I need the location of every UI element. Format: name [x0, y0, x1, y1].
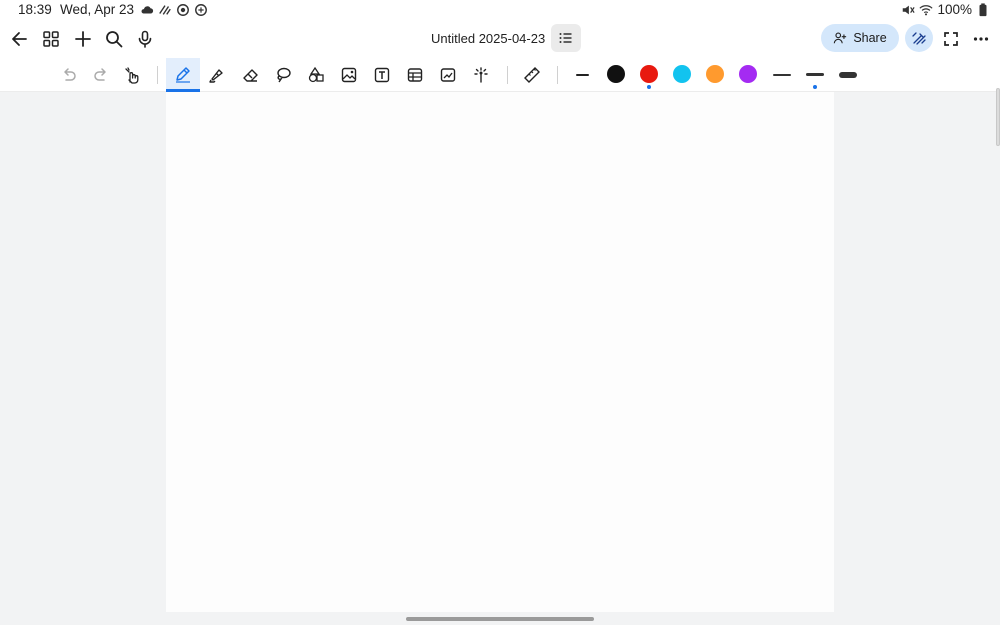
mic-button[interactable]: [133, 27, 157, 51]
image-tool-button[interactable]: [335, 62, 363, 88]
search-icon: [106, 31, 123, 48]
color-swatch-orange[interactable]: [706, 65, 724, 83]
lasso-tool-button[interactable]: [269, 62, 297, 88]
toolbar-divider: [557, 66, 558, 84]
pen-icon: [176, 66, 190, 83]
vpn-icon: [195, 4, 207, 16]
shapes-icon: [308, 66, 324, 83]
table-tool-button[interactable]: [401, 62, 429, 88]
highlighter-tool-button[interactable]: [202, 62, 230, 88]
selected-color-indicator: [647, 85, 651, 89]
color-swatch-cyan[interactable]: [673, 65, 691, 83]
color-swatch-black[interactable]: [607, 65, 625, 83]
eraser-icon: [243, 69, 258, 82]
touch-draw-button[interactable]: [119, 62, 147, 88]
mute-icon: [903, 5, 916, 14]
battery-icon: [979, 2, 987, 16]
mic-icon: [138, 30, 152, 48]
outline-icon: [559, 33, 572, 43]
thickness-thin[interactable]: [773, 74, 791, 76]
ruler-tool-button[interactable]: [518, 62, 546, 88]
selected-thickness-indicator: [813, 85, 817, 89]
shapes-tool-button[interactable]: [302, 62, 330, 88]
app-header: Untitled 2025-04-23 Share: [0, 20, 1000, 58]
thickness-thick[interactable]: [839, 72, 857, 78]
chart-icon: [440, 68, 456, 82]
image-icon: [341, 67, 357, 83]
search-button[interactable]: [102, 27, 126, 51]
canvas-margin-left: [0, 92, 166, 612]
redo-icon: [94, 68, 106, 81]
color-swatch-red[interactable]: [640, 65, 658, 83]
outline-button[interactable]: [551, 24, 581, 52]
share-button[interactable]: Share: [821, 24, 899, 52]
highlighter-icon: [209, 69, 223, 83]
back-button[interactable]: [8, 27, 32, 51]
table-icon: [407, 68, 423, 82]
share-label: Share: [853, 31, 887, 45]
scroll-handle[interactable]: [996, 88, 1000, 146]
thickness-medium[interactable]: [806, 73, 824, 76]
pen-tool-button[interactable]: [166, 58, 200, 92]
color-swatch-purple[interactable]: [739, 65, 757, 83]
wifi-icon: [919, 4, 934, 15]
ai-pen-button[interactable]: [905, 24, 933, 52]
back-icon: [12, 32, 27, 46]
status-bar: 18:39 Wed, Apr 23 100%: [0, 0, 1000, 20]
sync-icon: [177, 4, 189, 16]
fullscreen-button[interactable]: [939, 27, 963, 51]
chart-tool-button[interactable]: [434, 62, 462, 88]
laser-pointer-button[interactable]: [467, 62, 495, 88]
note-page-canvas[interactable]: [166, 92, 834, 612]
add-button[interactable]: [71, 27, 95, 51]
eraser-tool-button[interactable]: [236, 62, 264, 88]
fullscreen-icon: [944, 32, 958, 46]
status-right: 100%: [901, 2, 990, 17]
add-icon: [75, 31, 91, 47]
laser-pointer-icon: [474, 67, 488, 83]
ruler-icon: [524, 67, 540, 83]
lasso-icon: [277, 67, 291, 83]
touch-draw-icon: [125, 67, 139, 84]
canvas-margin-right: [834, 92, 1000, 612]
home-indicator[interactable]: [406, 617, 594, 621]
status-time: 18:39: [18, 2, 52, 17]
toolbar-divider: [157, 66, 158, 84]
document-title[interactable]: Untitled 2025-04-23: [431, 31, 545, 46]
text-box-icon: [374, 67, 390, 83]
cloud-icon: [141, 6, 154, 14]
more-button[interactable]: [969, 27, 993, 51]
add-person-icon: [834, 32, 847, 44]
text-tool-button[interactable]: [368, 62, 396, 88]
grid-icon: [43, 31, 59, 47]
status-icons: [140, 3, 208, 17]
stroke-preview[interactable]: [576, 74, 589, 76]
redo-button[interactable]: [87, 62, 115, 88]
toolbar-divider: [507, 66, 508, 84]
status-date: Wed, Apr 23: [60, 2, 135, 17]
grid-button[interactable]: [39, 27, 63, 51]
drawing-toolbar: [0, 58, 1000, 92]
battery-percent: 100%: [937, 2, 972, 17]
undo-button[interactable]: [55, 62, 83, 88]
undo-icon: [64, 68, 76, 81]
ai-pen-icon: [912, 32, 926, 45]
wind-icon: [159, 5, 171, 15]
more-icon: [973, 37, 989, 41]
